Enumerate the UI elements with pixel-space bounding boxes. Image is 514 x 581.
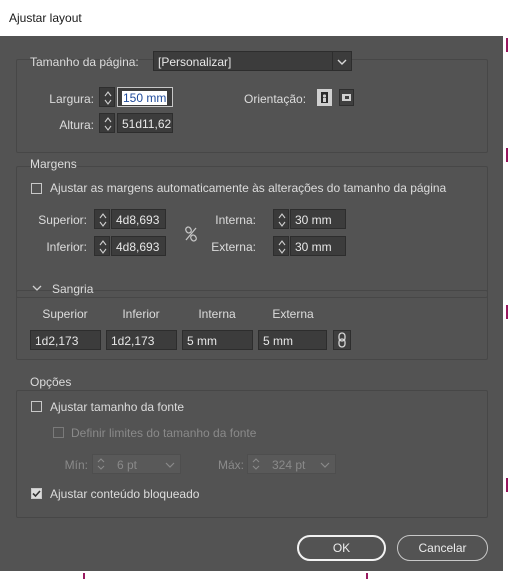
min-font-size-combo[interactable]: 6 pt: [92, 454, 181, 474]
orientation-label: Orientação:: [244, 92, 307, 106]
chevron-down-icon[interactable]: [31, 282, 43, 297]
max-value: 324 pt: [272, 458, 306, 472]
width-value: 150 mm: [122, 91, 168, 105]
title-bar: Ajustar layout: [0, 0, 503, 37]
width-input[interactable]: 150 mm: [117, 87, 173, 107]
ok-button[interactable]: OK: [297, 535, 386, 561]
bleed-top-value: 1d2,173: [35, 334, 79, 348]
adjust-layout-dialog: Tamanho da página: [Personalizar] Largur…: [0, 36, 503, 571]
width-label: Largura:: [49, 92, 94, 106]
guide-mark: [506, 148, 508, 162]
margin-bottom-spinner[interactable]: [94, 236, 110, 256]
height-label: Altura:: [59, 118, 94, 132]
bleed-bottom-label: Inferior: [122, 307, 160, 321]
background-document-strip: [503, 0, 514, 581]
spinner-arrows-icon: [252, 458, 260, 470]
spinner-arrows-icon: [104, 117, 112, 131]
margin-top-spinner[interactable]: [94, 209, 110, 229]
margin-bottom-input[interactable]: 4d8,693: [111, 236, 166, 256]
min-label: Mín:: [64, 458, 88, 472]
min-value: 6 pt: [117, 458, 138, 472]
bleed-inside-input[interactable]: 5 mm: [182, 330, 253, 350]
bleed-inside-label: Interna: [198, 307, 236, 321]
portrait-orientation-icon: [321, 92, 328, 103]
guide-mark: [366, 573, 368, 579]
locked-content-checkbox[interactable]: [31, 488, 42, 499]
max-font-size-combo[interactable]: 324 pt: [247, 454, 336, 474]
height-spinner[interactable]: [99, 113, 115, 133]
spinner-arrows-icon: [278, 213, 286, 227]
bleed-bottom-input[interactable]: 1d2,173: [106, 330, 177, 350]
margin-inside-spinner[interactable]: [273, 209, 289, 229]
margin-bottom-value: 4d8,693: [116, 240, 160, 254]
bleed-top-input[interactable]: 1d2,173: [30, 330, 101, 350]
bleed-inside-value: 5 mm: [187, 334, 217, 348]
font-limits-label: Definir limites do tamanho da fonte: [71, 426, 257, 440]
margin-outside-value: 30 mm: [295, 240, 332, 254]
locked-content-label: Ajustar conteúdo bloqueado: [50, 487, 200, 501]
chevron-down-icon: [165, 462, 175, 468]
landscape-orientation-icon: [342, 94, 351, 101]
auto-adjust-margins-checkbox[interactable]: [31, 183, 42, 194]
bleed-link-button[interactable]: [333, 330, 351, 350]
margin-top-value: 4d8,693: [116, 213, 160, 227]
guide-mark: [506, 478, 508, 492]
height-input[interactable]: 51d11,62: [117, 113, 173, 133]
checkmark-icon: [32, 490, 41, 498]
spinner-arrows-icon: [99, 213, 107, 227]
landscape-orientation-button[interactable]: [339, 89, 354, 106]
font-size-label: Ajustar tamanho da fonte: [50, 400, 185, 414]
portrait-orientation-button[interactable]: [317, 89, 332, 106]
margin-inside-label: Interna:: [215, 213, 256, 227]
chain-link-icon: [338, 332, 346, 348]
guide-mark: [506, 305, 508, 319]
options-title: Opções: [30, 375, 72, 389]
cancel-button[interactable]: Cancelar: [397, 535, 488, 561]
spinner-arrows-icon: [97, 458, 105, 470]
guide-mark: [83, 573, 85, 579]
bleed-title: Sangria: [52, 282, 94, 296]
width-spinner[interactable]: [99, 87, 115, 107]
page-size-dropdown[interactable]: [Personalizar]: [153, 51, 352, 71]
page-size-label: Tamanho da página:: [30, 55, 139, 69]
page-size-group: [16, 59, 488, 153]
guide-mark: [506, 38, 508, 52]
bleed-outside-label: Externa: [272, 307, 314, 321]
bleed-outside-input[interactable]: 5 mm: [258, 330, 327, 350]
bleed-top-label: Superior: [42, 307, 88, 321]
chevron-down-icon: [332, 52, 351, 70]
bleed-outside-value: 5 mm: [263, 334, 293, 348]
max-label: Máx:: [217, 458, 244, 472]
margin-outside-input[interactable]: 30 mm: [290, 236, 346, 256]
font-limits-checkbox[interactable]: [53, 427, 64, 438]
margin-outside-label: Externa:: [211, 240, 256, 254]
margin-top-label: Superior:: [38, 213, 87, 227]
height-value: 51d11,62: [122, 117, 172, 131]
margins-title: Margens: [30, 157, 77, 171]
page-size-value: [Personalizar]: [158, 55, 232, 69]
chevron-down-icon: [320, 462, 330, 468]
margin-top-input[interactable]: 4d8,693: [111, 209, 166, 229]
margin-bottom-label: Inferior:: [46, 240, 87, 254]
spinner-arrows-icon: [278, 240, 286, 254]
margin-inside-value: 30 mm: [295, 213, 332, 227]
spinner-arrows-icon: [99, 240, 107, 254]
margin-outside-spinner[interactable]: [273, 236, 289, 256]
background-document-bottom: [0, 571, 514, 581]
spinner-arrows-icon: [104, 91, 112, 105]
window-title: Ajustar layout: [9, 11, 82, 25]
bleed-bottom-value: 1d2,173: [111, 334, 155, 348]
font-size-checkbox[interactable]: [31, 401, 42, 412]
auto-adjust-margins-label: Ajustar as margens automaticamente às al…: [50, 181, 447, 195]
margin-inside-input[interactable]: 30 mm: [290, 209, 346, 229]
